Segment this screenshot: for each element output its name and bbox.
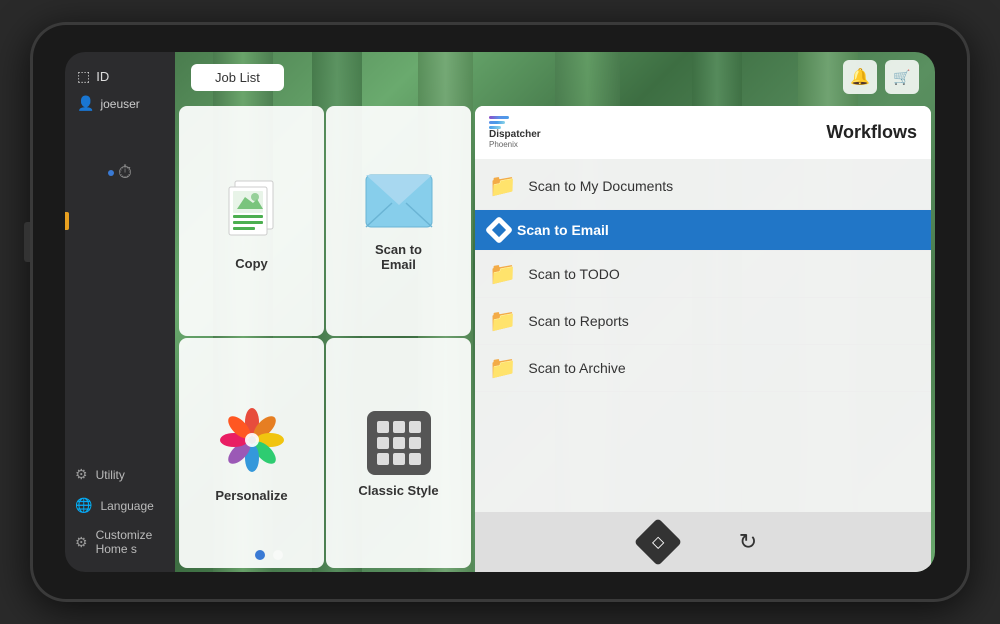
user-icon: 👤 [77, 95, 94, 112]
workflow-run-button[interactable]: ◇ [638, 522, 678, 562]
folder-icon: 📁 [489, 308, 516, 334]
header-icons: 🔔 🛒 [843, 60, 919, 94]
workflow-list: 📁 Scan to My Documents Scan to Email [475, 159, 931, 512]
copy-icon [217, 173, 287, 248]
workflow-item-label: Scan to My Documents [528, 178, 673, 194]
workflow-item-scan-to-reports[interactable]: 📁 Scan to Reports [475, 298, 931, 345]
scan-to-email-icon [364, 173, 434, 234]
diamond-shape [485, 216, 513, 244]
personalize-label: Personalize [215, 488, 287, 503]
brand-top: Dispatcher [489, 129, 541, 140]
login-icon: ⬚ [77, 68, 90, 85]
classic-style-tile[interactable]: Classic Style [326, 338, 471, 568]
device: ⬚ ID 👤 joeuser ⏱ ⚙ Utility 🌐 [30, 22, 970, 602]
scan-to-email-tile[interactable]: Scan toEmail [326, 106, 471, 336]
sidebar-accent [65, 212, 69, 230]
job-list-button[interactable]: Job List [191, 64, 284, 91]
workflow-item-scan-to-archive[interactable]: 📁 Scan to Archive [475, 345, 931, 392]
folder-icon: 📁 [489, 173, 516, 199]
diamond-icon: ◇ [652, 532, 664, 552]
sidebar-user-row: 👤 joeuser [77, 95, 163, 112]
refresh-icon: ↻ [739, 529, 757, 555]
bell-icon: 🔔 [850, 67, 870, 87]
workflow-item-scan-to-todo[interactable]: 📁 Scan to TODO [475, 251, 931, 298]
notification-button[interactable]: 🔔 [843, 60, 877, 94]
timer-icon: ⏱ [118, 162, 132, 183]
timer-dot [108, 170, 114, 176]
personalize-tile[interactable]: Personalize [179, 338, 324, 568]
dispatcher-logo: Dispatcher Phoenix [489, 116, 541, 149]
classic-style-label: Classic Style [358, 483, 438, 498]
customize-icon: ⚙ [75, 534, 88, 551]
workflow-item-label: Scan to Email [517, 222, 609, 238]
personalize-icon [217, 405, 287, 480]
workflows-header: Dispatcher Phoenix Workflows [475, 106, 931, 159]
pagination-dot-1[interactable] [255, 550, 265, 560]
logo-bar-2 [489, 121, 505, 124]
classic-style-icon [367, 411, 431, 475]
sidebar: ⬚ ID 👤 joeuser ⏱ ⚙ Utility 🌐 [65, 52, 175, 572]
sidebar-item-customize[interactable]: ⚙ Customize Home s [75, 528, 165, 556]
cart-button[interactable]: 🛒 [885, 60, 919, 94]
language-icon: 🌐 [75, 497, 92, 514]
sidebar-top: ⬚ ID 👤 joeuser [65, 68, 175, 112]
workflows-panel: Dispatcher Phoenix Workflows 📁 Scan to M… [475, 106, 931, 572]
copy-tile[interactable]: Copy [179, 106, 324, 336]
folder-icon: 📁 [489, 261, 516, 287]
brand-bottom: Phoenix [489, 140, 518, 149]
pagination-dots [255, 550, 283, 560]
main-content: Job List 🔔 🛒 [175, 52, 935, 572]
header-bar: Job List 🔔 🛒 [175, 52, 935, 102]
sidebar-timer: ⏱ [65, 162, 175, 183]
sidebar-item-utility[interactable]: ⚙ Utility [75, 466, 165, 483]
workflow-refresh-button[interactable]: ↻ [728, 522, 768, 562]
workflow-item-scan-to-email[interactable]: Scan to Email [475, 210, 931, 251]
side-button[interactable] [24, 222, 30, 262]
device-screen: ⬚ ID 👤 joeuser ⏱ ⚙ Utility 🌐 [65, 52, 935, 572]
utility-label: Utility [96, 468, 125, 482]
diamond-button: ◇ [634, 518, 682, 566]
workflow-item-scan-to-my-documents[interactable]: 📁 Scan to My Documents [475, 163, 931, 210]
folder-icon: 📁 [489, 355, 516, 381]
customize-label: Customize Home s [96, 528, 165, 556]
diamond-inner [492, 223, 506, 237]
workflow-item-label: Scan to Reports [528, 313, 628, 329]
logo-bars [489, 116, 509, 129]
grid-and-panel: Copy Scan toEmail [175, 102, 935, 572]
copy-label: Copy [235, 256, 268, 271]
logo-bar-1 [489, 116, 509, 119]
workflows-footer: ◇ ↻ [475, 512, 931, 572]
sidebar-bottom: ⚙ Utility 🌐 Language ⚙ Customize Home s [65, 466, 175, 556]
username-label: joeuser [100, 97, 139, 111]
sidebar-item-language[interactable]: 🌐 Language [75, 497, 165, 514]
app-grid: Copy Scan toEmail [175, 102, 475, 572]
language-label: Language [100, 499, 153, 513]
utility-icon: ⚙ [75, 466, 88, 483]
sidebar-id-row: ⬚ ID [77, 68, 163, 85]
scan-to-email-label: Scan toEmail [375, 242, 422, 272]
workflow-item-label: Scan to Archive [528, 360, 625, 376]
workflows-title: Workflows [826, 122, 917, 143]
workflow-item-label: Scan to TODO [528, 266, 619, 282]
pagination-dot-2[interactable] [273, 550, 283, 560]
cart-icon: 🛒 [893, 69, 910, 86]
active-diamond [489, 220, 509, 240]
id-label: ID [96, 69, 109, 84]
